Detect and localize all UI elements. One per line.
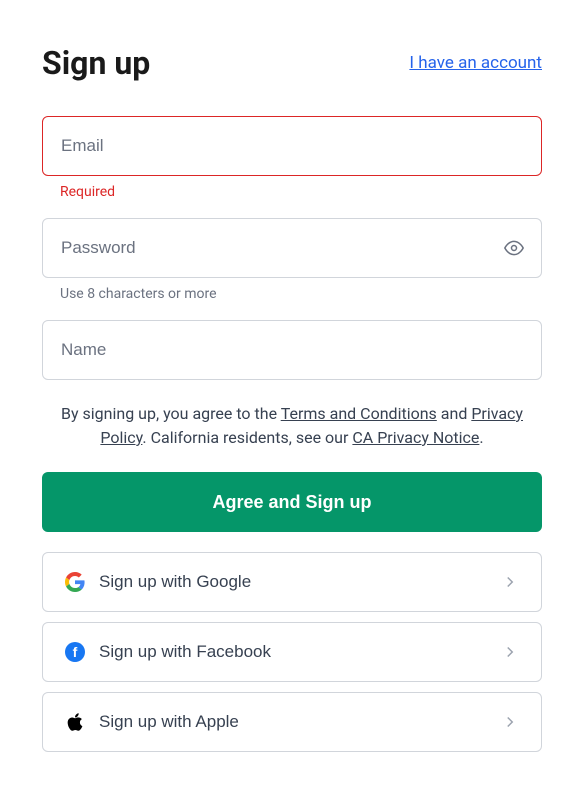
- agreement-ca-prefix: . California residents, see our: [142, 428, 352, 447]
- eye-icon[interactable]: [504, 238, 524, 258]
- chevron-right-icon: [501, 643, 519, 661]
- apple-icon: [65, 712, 85, 732]
- terms-link[interactable]: Terms and Conditions: [281, 404, 437, 423]
- facebook-signup-button[interactable]: f Sign up with Facebook: [42, 622, 542, 682]
- agreement-text: By signing up, you agree to the Terms an…: [42, 402, 542, 450]
- facebook-icon: f: [65, 642, 85, 662]
- agreement-prefix: By signing up, you agree to the: [61, 404, 281, 423]
- agreement-suffix: .: [479, 428, 483, 447]
- chevron-right-icon: [501, 573, 519, 591]
- password-field[interactable]: [42, 218, 542, 278]
- have-account-link[interactable]: I have an account: [409, 53, 542, 73]
- apple-signup-button[interactable]: Sign up with Apple: [42, 692, 542, 752]
- name-field[interactable]: [42, 320, 542, 380]
- ca-notice-link[interactable]: CA Privacy Notice: [352, 428, 479, 447]
- email-error: Required: [42, 184, 542, 200]
- apple-label: Sign up with Apple: [99, 712, 501, 732]
- header: Sign up I have an account: [42, 44, 542, 82]
- google-icon: [65, 572, 85, 592]
- google-signup-button[interactable]: Sign up with Google: [42, 552, 542, 612]
- password-hint: Use 8 characters or more: [42, 286, 542, 302]
- agree-signup-button[interactable]: Agree and Sign up: [42, 472, 542, 532]
- facebook-label: Sign up with Facebook: [99, 642, 501, 662]
- google-label: Sign up with Google: [99, 572, 501, 592]
- agreement-and: and: [437, 404, 472, 423]
- name-field-group: [42, 320, 542, 380]
- email-field-group: Required: [42, 116, 542, 200]
- page-title: Sign up: [42, 44, 150, 82]
- signup-form: Sign up I have an account Required Use 8…: [0, 0, 584, 806]
- chevron-right-icon: [501, 713, 519, 731]
- password-field-group: Use 8 characters or more: [42, 218, 542, 302]
- email-field[interactable]: [42, 116, 542, 176]
